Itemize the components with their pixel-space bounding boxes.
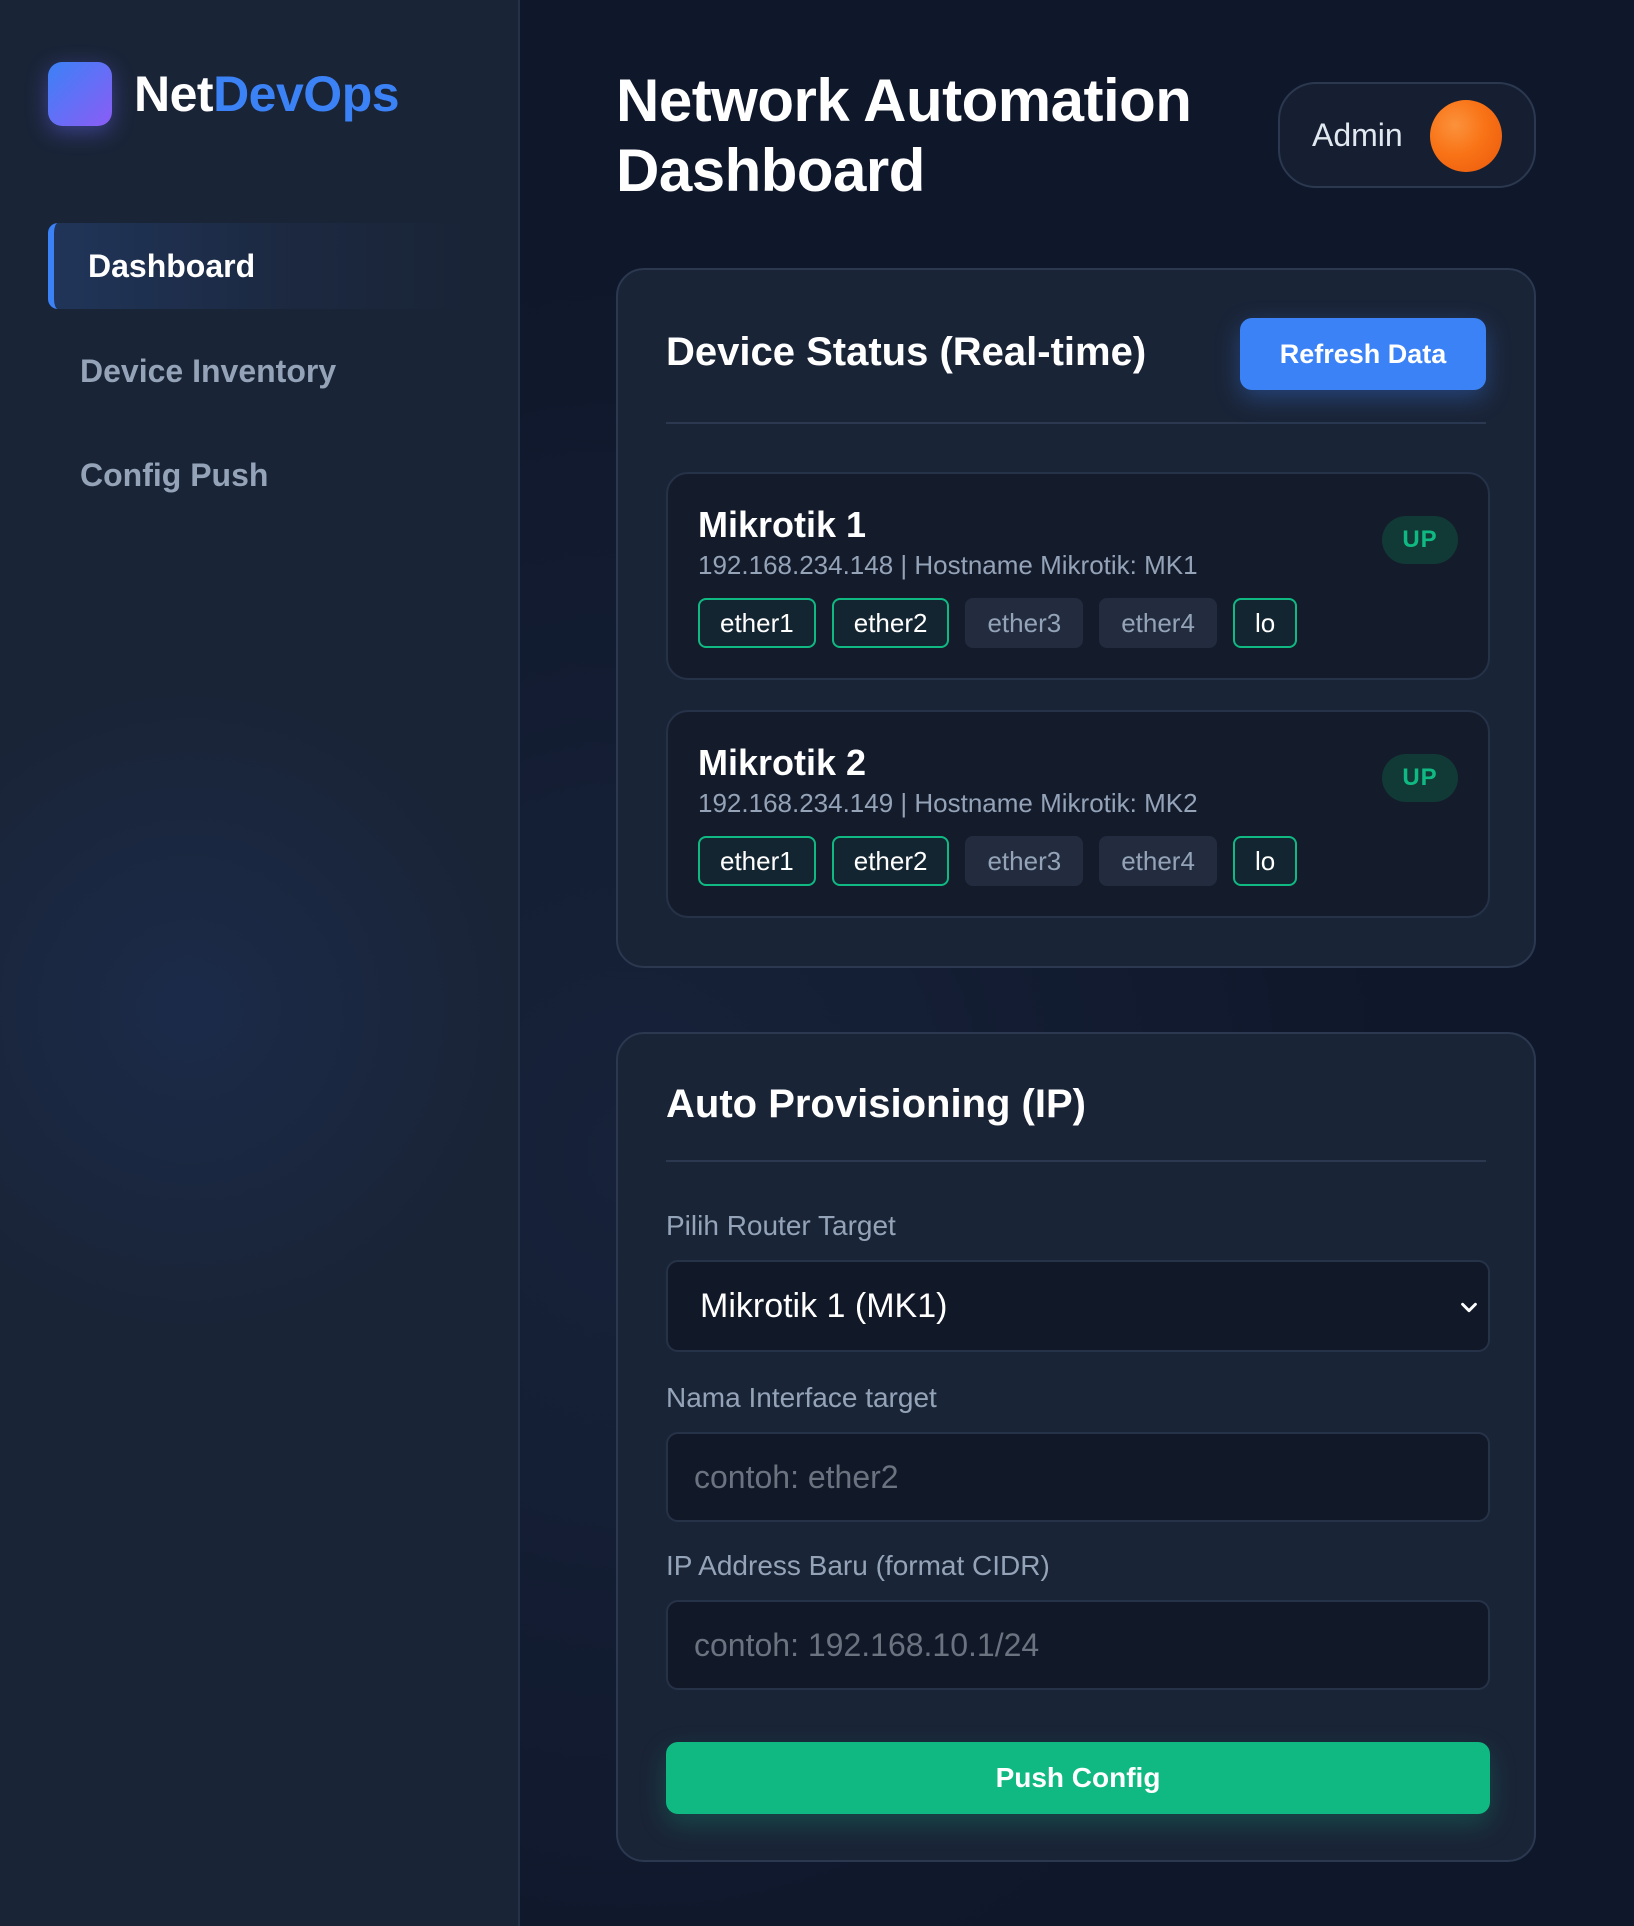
auto-provisioning-title: Auto Provisioning (IP) (666, 1082, 1086, 1126)
brand-name-part2: DevOps (213, 66, 400, 122)
interface-tag: ether3 (965, 598, 1084, 648)
page-title: Network Automation Dashboard (616, 67, 1192, 204)
brand: NetDevOps (48, 62, 400, 126)
interface-tag: ether4 (1099, 836, 1217, 886)
interface-list: ether1 ether2 ether3 ether4 lo (698, 598, 1313, 648)
user-menu[interactable]: Admin (1278, 82, 1536, 188)
interface-tag: lo (1232, 836, 1298, 886)
ip-address-input[interactable] (666, 1600, 1490, 1690)
status-badge: UP (1382, 754, 1458, 802)
router-target-label: Pilih Router Target (666, 1210, 896, 1241)
status-badge: UP (1382, 516, 1458, 564)
main-content: Network Automation Dashboard Admin Devic… (520, 0, 1634, 1926)
brand-name: NetDevOps (134, 65, 400, 123)
device-status-card: Device Status (Real-time) Refresh Data M… (616, 268, 1536, 968)
interface-target-input[interactable] (666, 1432, 1490, 1522)
brand-name-part1: Net (134, 66, 214, 122)
device-name: Mikrotik 1 (698, 504, 867, 545)
sidebar-item-dashboard[interactable]: Dashboard (48, 223, 468, 309)
device-name: Mikrotik 2 (698, 742, 867, 783)
interface-tag: ether1 (698, 598, 816, 648)
interface-tag: ether2 (831, 598, 950, 648)
chevron-down-icon (1461, 1302, 1477, 1313)
auto-provisioning-card: Auto Provisioning (IP) Pilih Router Targ… (616, 1032, 1536, 1862)
interface-target-label: Nama Interface target (666, 1382, 937, 1413)
interface-tag: ether1 (698, 836, 816, 886)
interface-list: ether1 ether2 ether3 ether4 lo (698, 836, 1313, 886)
interface-tag: ether4 (1099, 598, 1217, 648)
sidebar-item-device-inventory[interactable]: Device Inventory (48, 329, 468, 413)
sidebar: NetDevOps Dashboard Device Inventory Con… (0, 0, 520, 1926)
router-target-select[interactable]: Mikrotik 1 (MK1) (666, 1260, 1490, 1352)
refresh-data-button[interactable]: Refresh Data (1240, 318, 1486, 390)
auto-provisioning-header: Auto Provisioning (IP) (666, 1034, 1486, 1162)
device-meta: 192.168.234.148 | Hostname Mikrotik: MK1 (698, 550, 1198, 580)
device-status-header: Device Status (Real-time) Refresh Data (666, 270, 1486, 424)
sidebar-item-config-push[interactable]: Config Push (48, 433, 468, 517)
interface-tag: ether3 (965, 836, 1084, 886)
brand-logo-icon (48, 62, 112, 126)
device-meta: 192.168.234.149 | Hostname Mikrotik: MK2 (698, 788, 1198, 818)
device-card: Mikrotik 2 192.168.234.149 | Hostname Mi… (666, 710, 1490, 918)
interface-tag: ether2 (831, 836, 950, 886)
user-name: Admin (1312, 116, 1403, 153)
app-root: NetDevOps Dashboard Device Inventory Con… (0, 0, 1634, 1926)
router-target-value: Mikrotik 1 (MK1) (700, 1286, 948, 1325)
avatar (1430, 100, 1502, 172)
sidebar-nav: Dashboard Device Inventory Config Push (48, 223, 468, 517)
device-card: Mikrotik 1 192.168.234.148 | Hostname Mi… (666, 472, 1490, 680)
interface-tag: lo (1232, 598, 1298, 648)
ip-address-label: IP Address Baru (format CIDR) (666, 1550, 1050, 1581)
device-status-title: Device Status (Real-time) (666, 330, 1147, 374)
push-config-button[interactable]: Push Config (666, 1742, 1490, 1814)
